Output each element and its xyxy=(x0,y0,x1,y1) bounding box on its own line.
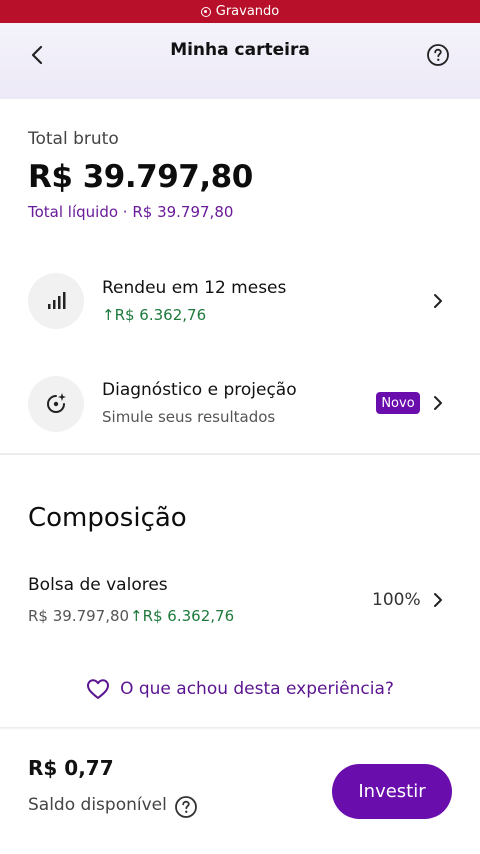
recording-label: Gravando xyxy=(215,4,280,19)
yield-row[interactable]: Rendeu em 12 meses ↑R$ 6.362,76 xyxy=(0,268,480,334)
bar-chart-icon xyxy=(28,273,84,329)
up-arrow-icon: ↑ xyxy=(130,607,143,625)
heart-icon xyxy=(87,679,110,699)
chevron-right-icon xyxy=(434,294,442,308)
total-label: Total bruto xyxy=(28,129,119,149)
feedback-link[interactable]: O que achou desta experiência? xyxy=(0,678,480,700)
asset-gain: ↑R$ 6.362,76 xyxy=(130,607,235,625)
footer-divider xyxy=(0,727,480,730)
record-icon xyxy=(200,6,211,17)
balance-value: R$ 0,77 xyxy=(28,756,114,780)
asset-percent: 100% xyxy=(372,590,421,610)
total-value: R$ 39.797,80 xyxy=(28,159,253,195)
recording-bar: Gravando xyxy=(0,0,480,23)
row-subtitle: Simule seus resultados xyxy=(102,408,276,426)
composition-title: Composição xyxy=(28,503,187,533)
row-title: Rendeu em 12 meses xyxy=(102,278,287,298)
asset-value: R$ 39.797,80 xyxy=(28,607,130,625)
help-icon[interactable] xyxy=(426,43,450,67)
help-icon[interactable] xyxy=(174,795,198,819)
section-divider xyxy=(0,453,480,455)
invest-button[interactable]: Investir xyxy=(332,764,452,819)
chevron-right-icon xyxy=(434,396,442,410)
asset-name: Bolsa de valores xyxy=(28,575,168,595)
sparkle-target-icon xyxy=(28,376,84,432)
net-total: Total líquido · R$ 39.797,80 xyxy=(28,203,234,221)
balance-label: Saldo disponível xyxy=(28,795,167,815)
up-arrow-icon: ↑ xyxy=(102,306,115,324)
row-gain: ↑R$ 6.362,76 xyxy=(102,306,207,324)
diagnosis-row[interactable]: Diagnóstico e projeção Simule seus resul… xyxy=(0,370,480,436)
new-badge: Novo xyxy=(376,392,420,414)
chevron-right-icon xyxy=(434,593,442,607)
page-title: Minha carteira xyxy=(170,40,310,60)
row-title: Diagnóstico e projeção xyxy=(102,380,297,400)
asset-row[interactable]: Bolsa de valores R$ 39.797,80 ↑R$ 6.362,… xyxy=(0,565,480,635)
feedback-label: O que achou desta experiência? xyxy=(120,679,394,699)
header: Minha carteira xyxy=(0,23,480,99)
